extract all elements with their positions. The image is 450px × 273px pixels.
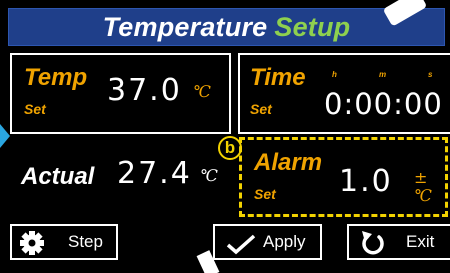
time-label: Time — [250, 64, 306, 91]
temp-set-value: 37.0 — [107, 73, 182, 108]
temp-unit: ℃ — [193, 82, 211, 101]
time-set-label: Set — [250, 101, 272, 117]
alarm-label: Alarm — [254, 149, 323, 176]
title-bar: Temperature Setup — [8, 8, 445, 46]
apply-button-label: Apply — [263, 232, 306, 251]
seconds-label: s — [428, 70, 433, 79]
alarm-set-value: 1.0 — [339, 164, 393, 199]
gear-icon — [18, 230, 46, 261]
temp-set-field[interactable]: Temp Set 37.0 ℃ — [10, 53, 231, 134]
controller-screen: Temperature Setup Temp Set 37.0 ℃ Time Se… — [0, 0, 450, 273]
return-arrow-icon — [359, 230, 387, 261]
exit-button[interactable]: Exit — [347, 224, 450, 260]
checkmark-icon — [225, 230, 257, 261]
hours-label: h — [332, 70, 337, 79]
actual-label: Actual — [21, 163, 95, 190]
alarm-unit: ±℃ — [414, 168, 432, 205]
actual-unit: ℃ — [200, 166, 218, 185]
step-button-label: Step — [68, 232, 103, 251]
apply-button[interactable]: Apply — [213, 224, 322, 260]
minutes-label: m — [379, 70, 387, 79]
step-button[interactable]: Step — [10, 224, 118, 260]
exit-button-label: Exit — [406, 232, 435, 251]
temp-set-label: Set — [24, 101, 46, 117]
actual-value: 27.4 — [117, 156, 192, 191]
title-part-setup: Setup — [274, 12, 351, 42]
temp-label: Temp — [24, 64, 88, 91]
screen-title: Temperature Setup — [103, 12, 351, 42]
side-pointer-marker — [0, 124, 10, 148]
time-set-value: 0:00:00 — [324, 87, 443, 121]
alarm-set-label: Set — [254, 186, 276, 202]
time-set-field[interactable]: Time Set h m s 0:00:00 — [238, 53, 450, 134]
alarm-set-field[interactable]: Alarm Set 1.0 ±℃ — [239, 137, 448, 217]
title-part-temperature: Temperature — [102, 12, 268, 42]
